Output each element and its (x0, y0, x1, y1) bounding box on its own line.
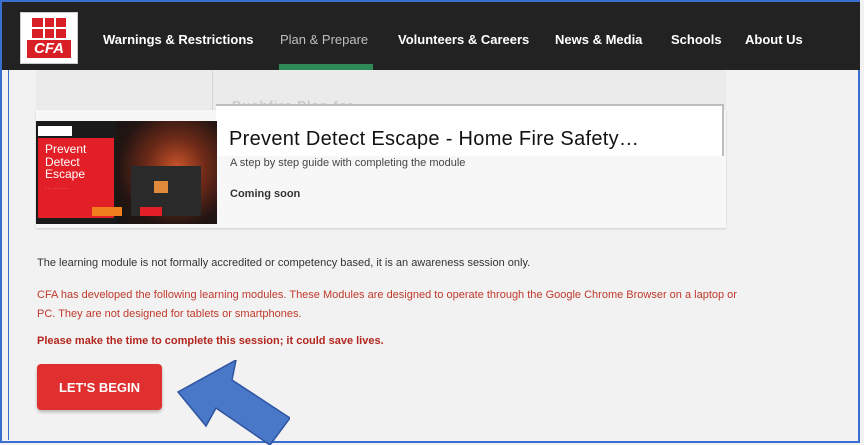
logo-grid-icon (32, 18, 66, 38)
cfa-logo[interactable]: CFA (20, 12, 78, 64)
nav-schools[interactable]: Schools (671, 32, 722, 47)
nav-news-media[interactable]: News & Media (555, 32, 642, 47)
module-title[interactable]: Prevent Detect Escape - Home Fire Safety… (229, 128, 639, 151)
thumbnail-orange-button (92, 207, 122, 216)
accreditation-note: The learning module is not formally accr… (37, 257, 531, 269)
thumbnail-logos (38, 126, 72, 136)
thumbnail-title: Prevent Detect Escape (45, 142, 87, 181)
nav-about-us[interactable]: About Us (745, 32, 803, 47)
logo-wordmark: CFA (27, 40, 71, 58)
nav-volunteers-careers[interactable]: Volunteers & Careers (398, 32, 529, 47)
nav-plan-prepare[interactable]: Plan & Prepare (280, 32, 368, 47)
module-subtitle: A step by step guide with completing the… (230, 157, 466, 169)
module-thumbnail[interactable]: Prevent Detect Escape · · · · · · · · · · (36, 121, 217, 224)
thumbnail-fineprint: · · · · · · · · · · (45, 186, 69, 191)
thumbnail-red-button (140, 207, 162, 216)
nav-warnings-restrictions[interactable]: Warnings & Restrictions (103, 32, 253, 47)
house-window (154, 181, 168, 193)
browser-note: CFA has developed the following learning… (37, 289, 737, 320)
content-border (8, 70, 9, 440)
top-navbar: CFA Warnings & Restrictions Plan & Prepa… (2, 2, 860, 70)
arrow-up-left-icon (176, 360, 290, 445)
urge-note: Please make the time to complete this se… (37, 335, 384, 347)
module-status: Coming soon (230, 188, 301, 200)
lets-begin-button[interactable]: LET'S BEGIN (37, 364, 162, 410)
